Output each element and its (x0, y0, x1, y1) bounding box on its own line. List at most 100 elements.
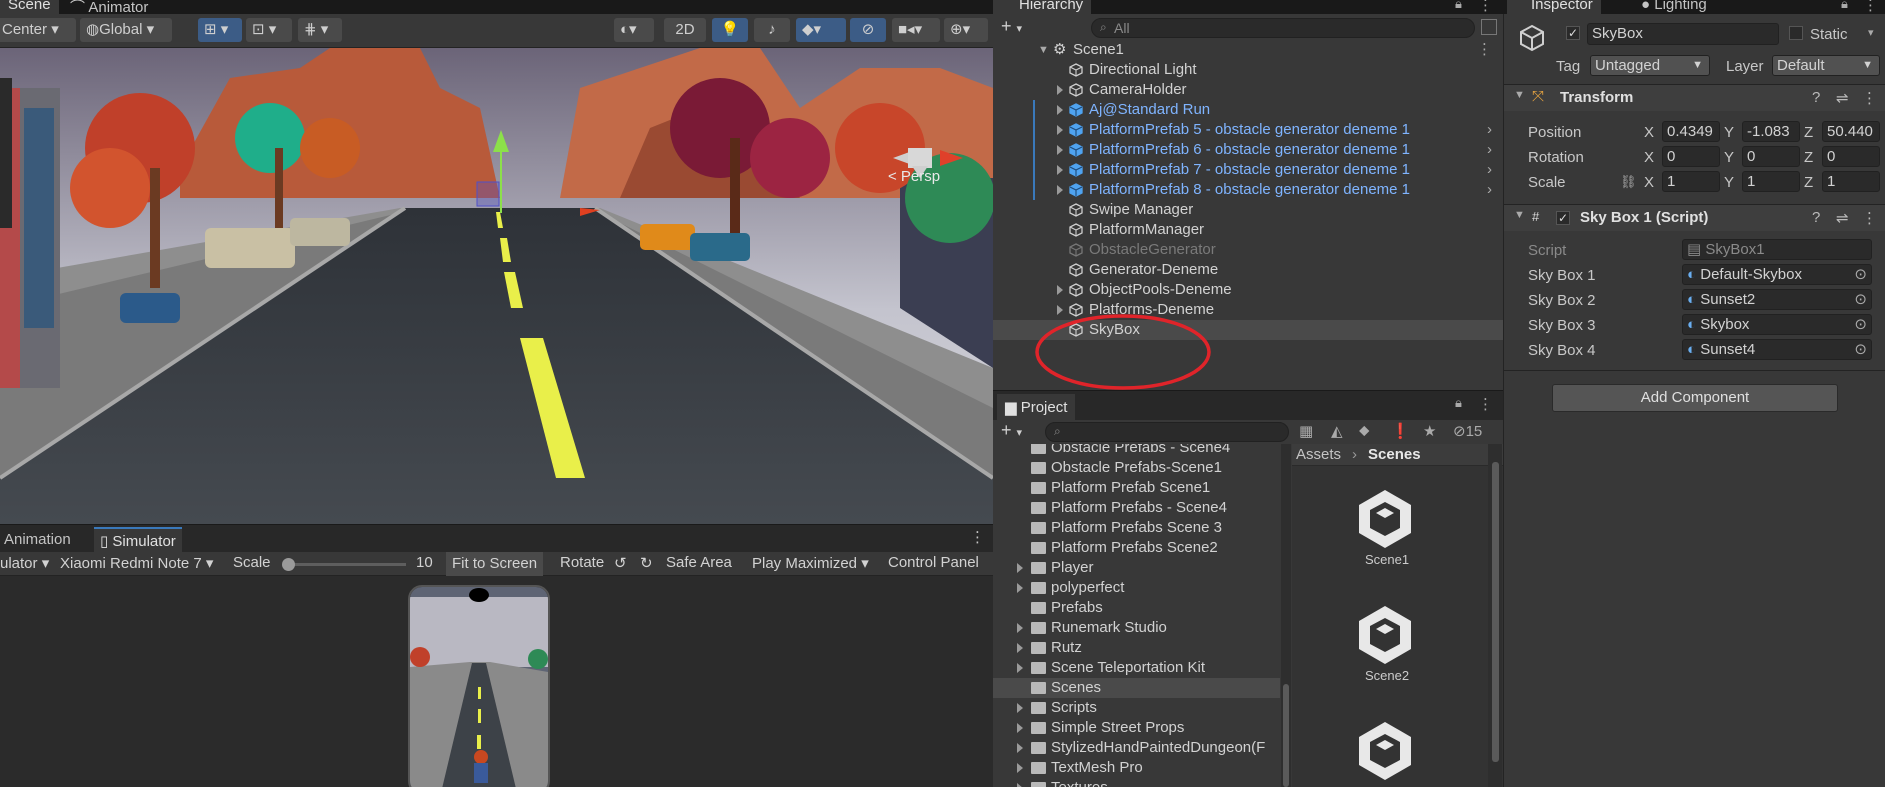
expand-arrow-icon[interactable] (1017, 663, 1023, 673)
folder-item[interactable]: Obstacle Prefabs-Scene1 (993, 458, 1280, 478)
object-picker-icon[interactable]: ⊙ (1854, 265, 1867, 284)
asset-grid-scrollbar[interactable] (1488, 444, 1502, 787)
script-component-header[interactable]: ▼ # ✓ Sky Box 1 (Script) ? ⇌ ⋮ (1504, 205, 1885, 231)
link-scale-icon[interactable]: ⛓ (1620, 174, 1637, 190)
expand-arrow-icon[interactable] (1017, 723, 1023, 733)
folder-item[interactable]: Scripts (993, 698, 1280, 718)
gizmos-button[interactable]: ⊕▾ (944, 18, 988, 42)
safe-area-toggle[interactable]: Safe Area (666, 554, 732, 571)
axis-label-y[interactable]: Y (1724, 174, 1734, 191)
axis-label-z[interactable]: Z (1804, 149, 1813, 166)
folder-item[interactable]: Runemark Studio (993, 618, 1280, 638)
tag-icon[interactable]: ⬥ (1359, 422, 1370, 439)
camera-button[interactable]: ■◂▾ (892, 18, 940, 42)
breadcrumb-scenes[interactable]: Scenes (1368, 446, 1421, 463)
static-checkbox[interactable] (1789, 26, 1803, 40)
folder-tree-scrollbar[interactable] (1281, 444, 1291, 787)
inspector-lock-icon[interactable]: 🔒︎ (1841, 0, 1848, 12)
folder-item[interactable]: StylizedHandPaintedDungeon(F (993, 738, 1280, 758)
folder-item[interactable]: Textures (993, 778, 1280, 787)
folder-item[interactable]: Player (993, 558, 1280, 578)
hidden-packages-toggle[interactable]: ⊘15 (1453, 422, 1482, 440)
tab-inspector[interactable]: Inspector (1507, 0, 1601, 14)
control-panel-button[interactable]: Control Panel (888, 554, 979, 571)
expand-arrow-icon[interactable] (1017, 563, 1023, 573)
breadcrumb-assets[interactable]: Assets (1296, 446, 1341, 463)
folder-item[interactable]: Platform Prefabs Scene2 (993, 538, 1280, 558)
help-icon[interactable]: ? (1812, 209, 1820, 226)
tag-dropdown[interactable]: Untagged ▼ (1590, 55, 1710, 76)
create-button[interactable]: + ▾ (1001, 16, 1022, 37)
skybox-material-field[interactable]: ◐ Skybox ⊙ (1682, 314, 1872, 335)
axis-label-x[interactable]: X (1644, 124, 1654, 141)
view-mode-dropdown[interactable]: ulator ▾ (0, 554, 49, 572)
tab-simulator[interactable]: ▯ Simulator (94, 527, 182, 553)
scene-visibility-toggle[interactable]: ⊘ (850, 18, 886, 42)
hierarchy-item[interactable]: PlatformManager (993, 220, 1503, 240)
hierarchy-item[interactable]: Generator-Deneme (993, 260, 1503, 280)
tools-overlay[interactable] (0, 78, 12, 228)
rotate-right-icon[interactable]: ↻ (640, 554, 653, 572)
hierarchy-item[interactable]: ObjectPools-Deneme (993, 280, 1503, 300)
tab-animator[interactable]: ⌒ Animator (62, 0, 156, 16)
script-enabled-checkbox[interactable]: ✓ (1556, 211, 1570, 225)
folder-item[interactable]: Scenes (993, 678, 1280, 698)
project-search[interactable]: ⌕ (1045, 422, 1289, 442)
asset-scene1[interactable]: Scene1 (1354, 488, 1420, 567)
folder-item[interactable]: polyperfect (993, 578, 1280, 598)
asset-scene2[interactable]: Scene2 (1354, 604, 1420, 683)
search-by-type-icon[interactable]: ▦ (1299, 422, 1313, 440)
help-icon[interactable]: ? (1812, 89, 1820, 106)
scene-search-icon[interactable] (1481, 19, 1497, 35)
rotate-left-icon[interactable]: ↺ (614, 554, 627, 572)
hierarchy-item[interactable]: Directional Light (993, 60, 1503, 80)
hierarchy-item[interactable]: PlatformPrefab 8 - obstacle generator de… (993, 180, 1503, 200)
project-folder-tree[interactable]: Obstacle Prefabs - Scene4 Obstacle Prefab… (993, 444, 1280, 787)
chevron-right-icon[interactable]: › (1487, 120, 1492, 140)
folder-item[interactable]: Simple Street Props (993, 718, 1280, 738)
project-menu-icon[interactable]: ⋮ (1478, 395, 1493, 413)
layer-dropdown[interactable]: Default ▼ (1772, 55, 1880, 76)
folder-item[interactable]: TextMesh Pro (993, 758, 1280, 778)
2d-toggle[interactable]: 2D (664, 18, 706, 42)
hierarchy-item[interactable]: Aj@Standard Run (993, 100, 1503, 120)
expand-arrow-icon[interactable] (1057, 125, 1063, 135)
hierarchy-item[interactable]: Swipe Manager (993, 200, 1503, 220)
preset-icon[interactable]: ⇌ (1836, 209, 1849, 227)
folder-item[interactable]: Platform Prefabs - Scene4 (993, 498, 1280, 518)
folder-item[interactable]: Prefabs (993, 598, 1280, 618)
expand-arrow-icon[interactable] (1057, 185, 1063, 195)
position-y-field[interactable]: -1.083 (1742, 121, 1800, 142)
scale-slider-thumb[interactable] (282, 558, 295, 571)
transform-header[interactable]: ▼ ⤧ Transform ? ⇌ ⋮ (1504, 85, 1885, 111)
skybox-material-field[interactable]: ◐ Sunset2 ⊙ (1682, 289, 1872, 310)
scale-y-field[interactable]: 1 (1742, 171, 1800, 192)
component-menu-icon[interactable]: ⋮ (1862, 209, 1877, 227)
hierarchy-menu-icon[interactable]: ⋮ (1478, 0, 1493, 14)
folder-item[interactable]: Scene Teleportation Kit (993, 658, 1280, 678)
expand-arrow-icon[interactable] (1017, 703, 1023, 713)
skybox-material-field[interactable]: ◐ Sunset4 ⊙ (1682, 339, 1872, 360)
object-picker-icon[interactable]: ⊙ (1854, 340, 1867, 359)
object-picker-icon[interactable]: ⊙ (1854, 315, 1867, 334)
tab-animation[interactable]: Animation (0, 528, 75, 552)
expand-arrow-icon[interactable] (1057, 85, 1063, 95)
search-by-label-icon[interactable]: ◭ (1331, 422, 1343, 440)
folder-item[interactable]: Platform Prefab Scene1 (993, 478, 1280, 498)
add-component-button[interactable]: Add Component (1552, 384, 1838, 412)
grid-visibility-button[interactable]: ⋕ ▾ (298, 18, 342, 42)
hierarchy-item[interactable]: ObstacleGenerator (993, 240, 1503, 260)
scale-x-field[interactable]: 1 (1662, 171, 1720, 192)
hierarchy-item[interactable]: PlatformPrefab 6 - obstacle generator de… (993, 140, 1503, 160)
object-name-field[interactable]: SkyBox (1587, 23, 1779, 45)
hierarchy-item[interactable]: PlatformPrefab 7 - obstacle generator de… (993, 160, 1503, 180)
chevron-right-icon[interactable]: › (1487, 140, 1492, 160)
static-dropdown-icon[interactable]: ▾ (1868, 26, 1874, 39)
axis-label-x[interactable]: X (1644, 174, 1654, 191)
scene-menu-icon[interactable]: ⋮ (1477, 40, 1492, 60)
folder-tree-scroll-thumb[interactable] (1283, 684, 1289, 787)
hierarchy-item[interactable]: CameraHolder (993, 80, 1503, 100)
hierarchy-item[interactable]: PlatformPrefab 5 - obstacle generator de… (993, 120, 1503, 140)
rotation-y-field[interactable]: 0 (1742, 146, 1800, 167)
device-dropdown[interactable]: Xiaomi Redmi Note 7 ▾ (60, 554, 213, 572)
